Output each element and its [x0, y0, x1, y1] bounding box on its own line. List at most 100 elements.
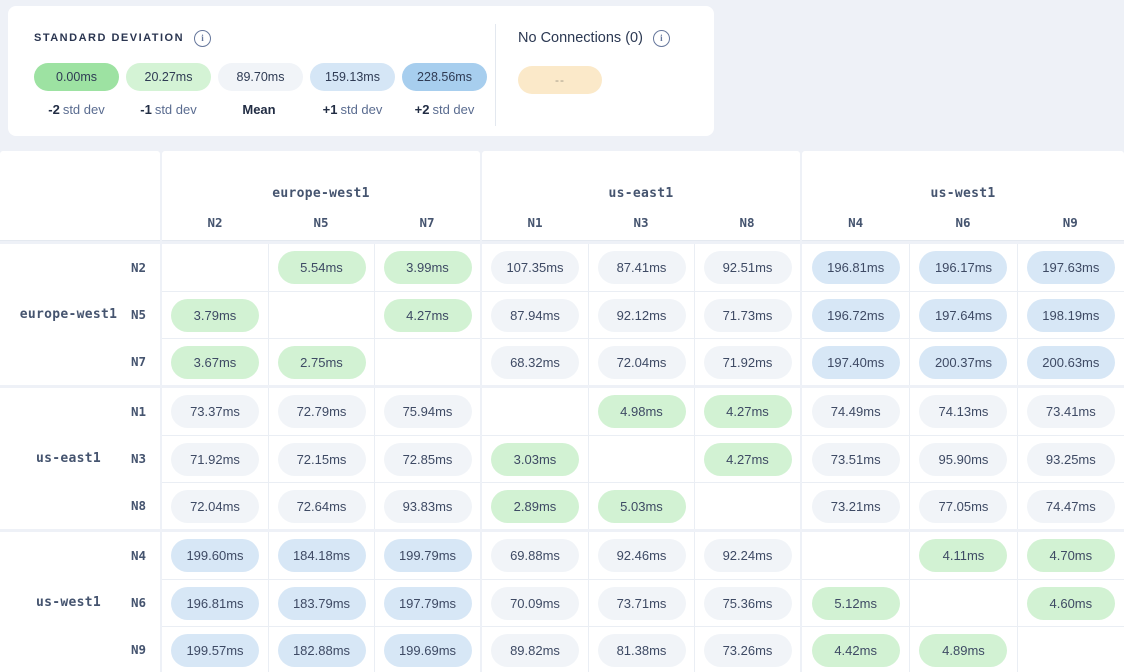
latency-cell-N8-N2[interactable]: 72.04ms — [162, 482, 268, 529]
latency-cell-N9-N4[interactable]: 4.42ms — [802, 626, 909, 672]
latency-cell-N3-N9[interactable]: 93.25ms — [1017, 435, 1124, 482]
latency-cell-N4-N6[interactable]: 4.11ms — [909, 532, 1016, 579]
latency-cell-N9-N5[interactable]: 182.88ms — [268, 626, 374, 672]
latency-cell-N9-N2[interactable]: 199.57ms — [162, 626, 268, 672]
latency-cell-N3-N7[interactable]: 72.85ms — [374, 435, 480, 482]
latency-cell-N5-N8[interactable]: 71.73ms — [694, 291, 800, 338]
latency-cell-N5-N1[interactable]: 87.94ms — [482, 291, 588, 338]
latency-pill: 74.49ms — [812, 395, 900, 428]
latency-cell-N9-N1[interactable]: 89.82ms — [482, 626, 588, 672]
latency-cell-N7-N4[interactable]: 197.40ms — [802, 338, 909, 385]
latency-cell-N1-N5[interactable]: 72.79ms — [268, 388, 374, 435]
latency-cell-N9-N3[interactable]: 81.38ms — [588, 626, 694, 672]
latency-cell-N3-N5[interactable]: 72.15ms — [268, 435, 374, 482]
latency-grid-us-east1-us-east1: 4.98ms4.27ms 3.03ms 4.27ms 2.89ms 5.03ms — [482, 388, 800, 529]
latency-pill: 3.67ms — [171, 346, 259, 379]
latency-cell-N7-N7[interactable] — [374, 338, 480, 385]
latency-pill: 2.89ms — [491, 490, 579, 523]
latency-cell-N6-N6[interactable] — [909, 579, 1016, 626]
info-icon[interactable]: i — [653, 30, 670, 47]
latency-cell-N5-N6[interactable]: 197.64ms — [909, 291, 1016, 338]
latency-pill: 93.25ms — [1027, 443, 1115, 476]
latency-cell-N2-N3[interactable]: 87.41ms — [588, 244, 694, 291]
column-header-N4: N4 — [802, 215, 909, 230]
latency-cell-N5-N3[interactable]: 92.12ms — [588, 291, 694, 338]
latency-cell-N5-N7[interactable]: 4.27ms — [374, 291, 480, 338]
stddev-step-pill: 228.56ms — [402, 63, 487, 91]
latency-cell-N1-N8[interactable]: 4.27ms — [694, 388, 800, 435]
latency-pill: 95.90ms — [919, 443, 1007, 476]
latency-cell-N4-N1[interactable]: 69.88ms — [482, 532, 588, 579]
latency-cell-N6-N4[interactable]: 5.12ms — [802, 579, 909, 626]
latency-cell-N2-N6[interactable]: 196.17ms — [909, 244, 1016, 291]
latency-cell-N9-N7[interactable]: 199.69ms — [374, 626, 480, 672]
latency-cell-N8-N9[interactable]: 74.47ms — [1017, 482, 1124, 529]
latency-cell-N9-N9[interactable] — [1017, 626, 1124, 672]
latency-cell-N3-N3[interactable] — [588, 435, 694, 482]
latency-cell-N2-N8[interactable]: 92.51ms — [694, 244, 800, 291]
latency-cell-N1-N4[interactable]: 74.49ms — [802, 388, 909, 435]
latency-pill: 197.64ms — [919, 299, 1007, 332]
latency-cell-N1-N2[interactable]: 73.37ms — [162, 388, 268, 435]
latency-pill: 2.75ms — [278, 346, 366, 379]
latency-cell-N4-N4[interactable] — [802, 532, 909, 579]
latency-cell-N1-N9[interactable]: 73.41ms — [1017, 388, 1124, 435]
latency-cell-N4-N2[interactable]: 199.60ms — [162, 532, 268, 579]
latency-cell-N3-N8[interactable]: 4.27ms — [694, 435, 800, 482]
latency-cell-N2-N9[interactable]: 197.63ms — [1017, 244, 1124, 291]
info-icon[interactable]: i — [194, 30, 211, 47]
latency-cell-N6-N2[interactable]: 196.81ms — [162, 579, 268, 626]
latency-cell-N9-N8[interactable]: 73.26ms — [694, 626, 800, 672]
latency-cell-N4-N8[interactable]: 92.24ms — [694, 532, 800, 579]
latency-grid-us-east1-us-west1: 74.49ms 74.13ms73.41ms 73.51ms 95.90ms 93.25… — [802, 388, 1124, 529]
latency-cell-N8-N4[interactable]: 73.21ms — [802, 482, 909, 529]
latency-cell-N6-N1[interactable]: 70.09ms — [482, 579, 588, 626]
latency-cell-N6-N5[interactable]: 183.79ms — [268, 579, 374, 626]
latency-cell-N1-N6[interactable]: 74.13ms — [909, 388, 1016, 435]
latency-cell-N5-N5[interactable] — [268, 291, 374, 338]
latency-cell-N7-N2[interactable]: 3.67ms — [162, 338, 268, 385]
latency-cell-N7-N5[interactable]: 2.75ms — [268, 338, 374, 385]
latency-cell-N3-N6[interactable]: 95.90ms — [909, 435, 1016, 482]
latency-cell-N7-N9[interactable]: 200.63ms — [1017, 338, 1124, 385]
latency-cell-N6-N9[interactable]: 4.60ms — [1017, 579, 1124, 626]
latency-cell-N8-N1[interactable]: 2.89ms — [482, 482, 588, 529]
latency-cell-N1-N7[interactable]: 75.94ms — [374, 388, 480, 435]
latency-cell-N5-N2[interactable]: 3.79ms — [162, 291, 268, 338]
latency-cell-N1-N3[interactable]: 4.98ms — [588, 388, 694, 435]
latency-cell-N8-N8[interactable] — [694, 482, 800, 529]
latency-cell-N7-N3[interactable]: 72.04ms — [588, 338, 694, 385]
latency-cell-N7-N1[interactable]: 68.32ms — [482, 338, 588, 385]
latency-cell-N6-N8[interactable]: 75.36ms — [694, 579, 800, 626]
latency-pill: 92.12ms — [598, 299, 686, 332]
latency-cell-N4-N3[interactable]: 92.46ms — [588, 532, 694, 579]
latency-cell-N2-N5[interactable]: 5.54ms — [268, 244, 374, 291]
latency-cell-N4-N7[interactable]: 199.79ms — [374, 532, 480, 579]
latency-cell-N7-N6[interactable]: 200.37ms — [909, 338, 1016, 385]
latency-cell-N2-N7[interactable]: 3.99ms — [374, 244, 480, 291]
latency-pill: 92.51ms — [704, 251, 792, 284]
latency-pill: 197.63ms — [1027, 251, 1115, 284]
latency-cell-N8-N3[interactable]: 5.03ms — [588, 482, 694, 529]
latency-cell-N6-N7[interactable]: 197.79ms — [374, 579, 480, 626]
latency-cell-N2-N1[interactable]: 107.35ms — [482, 244, 588, 291]
latency-cell-N3-N4[interactable]: 73.51ms — [802, 435, 909, 482]
latency-cell-N8-N7[interactable]: 93.83ms — [374, 482, 480, 529]
latency-cell-N5-N9[interactable]: 198.19ms — [1017, 291, 1124, 338]
latency-cell-N6-N3[interactable]: 73.71ms — [588, 579, 694, 626]
latency-cell-N9-N6[interactable]: 4.89ms — [909, 626, 1016, 672]
latency-cell-N3-N2[interactable]: 71.92ms — [162, 435, 268, 482]
latency-cell-N5-N4[interactable]: 196.72ms — [802, 291, 909, 338]
latency-cell-N2-N2[interactable] — [162, 244, 268, 291]
latency-cell-N4-N5[interactable]: 184.18ms — [268, 532, 374, 579]
latency-cell-N8-N5[interactable]: 72.64ms — [268, 482, 374, 529]
latency-cell-N3-N1[interactable]: 3.03ms — [482, 435, 588, 482]
latency-pill: 200.37ms — [919, 346, 1007, 379]
latency-cell-N8-N6[interactable]: 77.05ms — [909, 482, 1016, 529]
latency-cell-N2-N4[interactable]: 196.81ms — [802, 244, 909, 291]
latency-cell-N4-N9[interactable]: 4.70ms — [1017, 532, 1124, 579]
latency-cell-N1-N1[interactable] — [482, 388, 588, 435]
latency-cell-N7-N8[interactable]: 71.92ms — [694, 338, 800, 385]
row-header-N9: N9 — [100, 626, 160, 672]
row-header-N8: N8 — [100, 482, 160, 529]
